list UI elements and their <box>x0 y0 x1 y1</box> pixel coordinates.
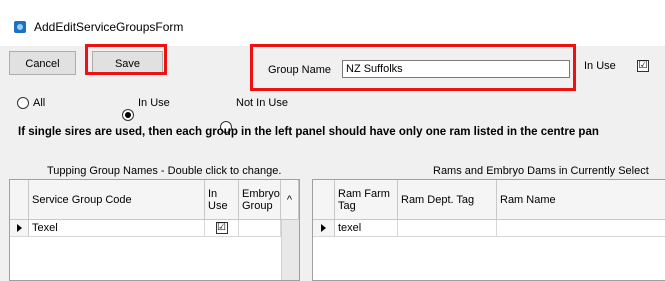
column-header[interactable]: Ram Name <box>497 180 665 220</box>
table-cell[interactable] <box>497 220 665 237</box>
service-groups-grid[interactable]: Service Group Code In Use Embryo Group ^… <box>9 179 300 281</box>
rams-grid[interactable]: Ram Farm Tag Ram Dept. Tag Ram Name texe… <box>312 179 665 281</box>
group-name-label: Group Name <box>268 64 331 76</box>
in-use-label: In Use <box>584 60 616 72</box>
column-header[interactable]: Ram Dept. Tag <box>398 180 497 220</box>
chevron-up-icon[interactable]: ^ <box>281 180 299 220</box>
table-cell[interactable]: texel <box>335 220 398 237</box>
current-row-arrow-icon <box>321 224 326 232</box>
column-header[interactable]: Embryo Group <box>239 180 281 220</box>
in-use-row-checkbox[interactable]: ☑ <box>215 222 228 234</box>
row-header-corner <box>10 180 29 220</box>
filter-all-radio[interactable] <box>17 97 29 109</box>
vertical-scrollbar[interactable] <box>281 220 299 280</box>
app-icon <box>14 21 26 33</box>
current-row-arrow-icon <box>16 224 22 232</box>
filter-all-label: All <box>33 97 46 109</box>
window-title: AddEditServiceGroupsForm <box>34 20 184 34</box>
single-sire-note: If single sires are used, then each grou… <box>18 126 599 138</box>
table-cell[interactable]: ☑ <box>205 220 239 237</box>
column-header[interactable]: Service Group Code <box>29 180 205 220</box>
left-panel-caption: Tupping Group Names - Double click to ch… <box>47 165 282 177</box>
right-panel-caption: Rams and Embryo Dams in Currently Select <box>433 165 649 177</box>
cancel-button[interactable]: Cancel <box>9 51 76 75</box>
filter-in-use-radio[interactable] <box>122 109 134 121</box>
save-highlight-box <box>85 44 167 75</box>
filter-not-in-use-label: Not In Use <box>236 97 288 109</box>
row-header-corner <box>313 180 335 220</box>
group-name-input[interactable]: NZ Suffolks <box>342 60 570 78</box>
table-cell[interactable] <box>239 220 281 237</box>
table-cell[interactable] <box>398 220 497 237</box>
in-use-checkbox[interactable]: ☑ <box>637 60 649 72</box>
column-header[interactable]: Ram Farm Tag <box>335 180 398 220</box>
column-header[interactable]: In Use <box>205 180 239 220</box>
filter-in-use-label: In Use <box>138 97 170 109</box>
table-cell[interactable]: Texel <box>29 220 205 237</box>
row-selector[interactable] <box>10 220 29 237</box>
row-selector[interactable] <box>313 220 335 237</box>
